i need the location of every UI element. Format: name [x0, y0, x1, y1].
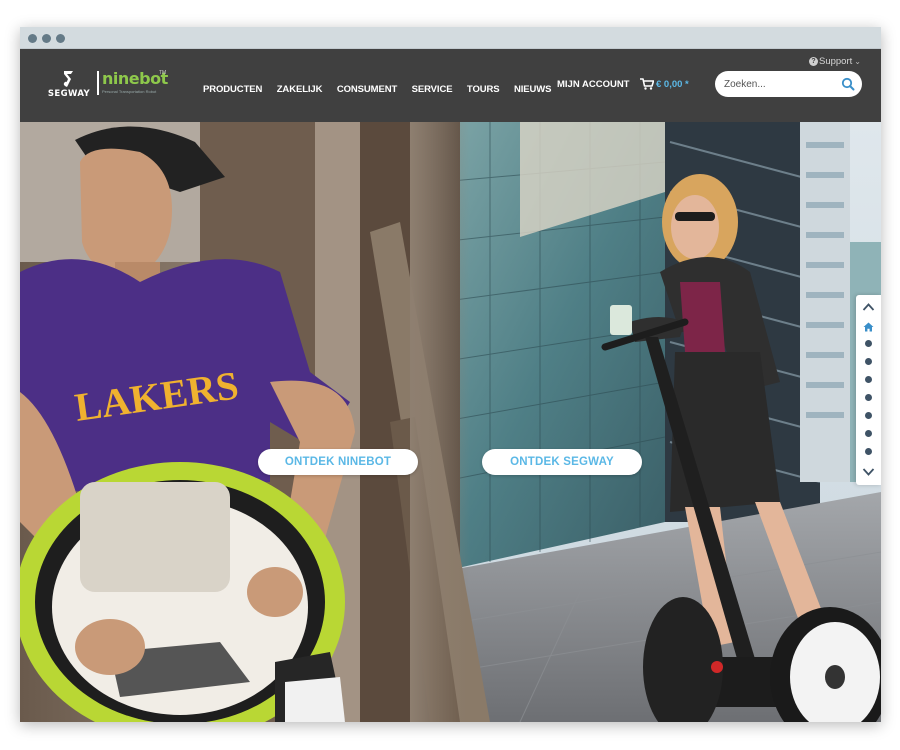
browser-window: SEGWAY ninebot TM Personal Transportatio… [20, 27, 881, 722]
site-header: SEGWAY ninebot TM Personal Transportatio… [20, 49, 881, 122]
window-dot-close[interactable] [28, 34, 37, 43]
section-navigator [856, 295, 881, 485]
section-dot[interactable] [865, 412, 872, 419]
section-dot[interactable] [865, 448, 872, 455]
cart-amount: € 0,00 * [656, 79, 689, 90]
hero-image: LAKERS [20, 122, 881, 722]
nav-item-nieuws[interactable]: NIEUWS [514, 84, 552, 95]
chevron-up-icon[interactable] [862, 302, 875, 312]
window-dot-minimize[interactable] [42, 34, 51, 43]
window-chrome [20, 27, 881, 49]
hero-banner: LAKERS ONTDEK NINEBOT ONTDEK SEGWAY [20, 122, 881, 722]
section-dot[interactable] [865, 376, 872, 383]
discover-ninebot-button[interactable]: ONTDEK NINEBOT [258, 449, 418, 475]
discover-segway-button[interactable]: ONTDEK SEGWAY [482, 449, 642, 475]
section-dot[interactable] [865, 358, 872, 365]
search-icon[interactable] [841, 77, 855, 91]
nav-item-zakelijk[interactable]: ZAKELIJK [277, 84, 323, 95]
section-dot[interactable] [865, 394, 872, 401]
support-menu[interactable]: ? Support ⌄ [809, 53, 861, 68]
question-circle-icon: ? [809, 57, 818, 67]
chevron-down-icon: ⌄ [854, 57, 861, 67]
section-dot[interactable] [865, 430, 872, 437]
window-dot-maximize[interactable] [56, 34, 65, 43]
chevron-down-icon[interactable] [862, 467, 875, 477]
ninebot-logo[interactable]: ninebot TM Personal Transportation Robot [97, 69, 168, 99]
cart-button[interactable]: € 0,00 * [640, 77, 702, 93]
search-input[interactable] [724, 76, 834, 92]
segway-logo[interactable]: SEGWAY [44, 69, 94, 99]
search-box [715, 71, 862, 97]
nav-item-tours[interactable]: TOURS [467, 84, 500, 95]
cart-icon [640, 78, 654, 90]
nav-item-consument[interactable]: CONSUMENT [337, 84, 397, 95]
my-account-link[interactable]: MIJN ACCOUNT [557, 79, 629, 90]
nav-item-service[interactable]: SERVICE [412, 84, 453, 95]
support-label: Support [819, 56, 853, 68]
main-nav: PRODUCTEN ZAKELIJK CONSUMENT SERVICE TOU… [203, 79, 561, 95]
section-dot[interactable] [865, 340, 872, 347]
segway-logo-text: SEGWAY [47, 89, 91, 99]
ninebot-logo-text: ninebot [102, 69, 168, 88]
ninebot-logo-divider [97, 71, 99, 95]
nav-item-producten[interactable]: PRODUCTEN [203, 84, 262, 95]
home-icon[interactable] [863, 322, 874, 332]
segway-logo-mark-icon [63, 71, 73, 87]
ninebot-logo-tagline: Personal Transportation Robot [102, 89, 157, 94]
